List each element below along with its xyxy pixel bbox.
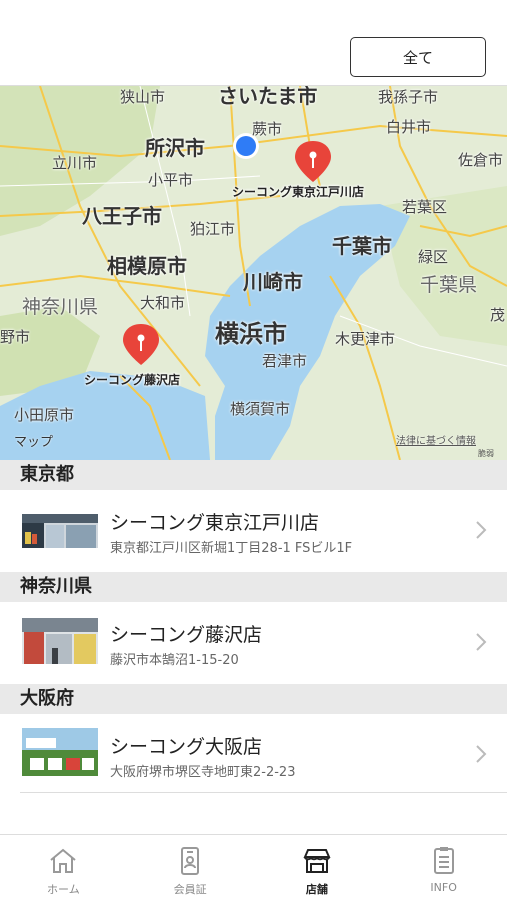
- map-label-midori: 緑区: [418, 248, 449, 266]
- map-label-odawara: 小田原市: [14, 406, 75, 424]
- store-address: 東京都江戸川区新堀1丁目28-1 FSビル1F: [110, 541, 353, 556]
- tab-label: INFO: [430, 881, 457, 894]
- bottom-tab-bar: ホーム 会員証 店舗 INFO: [0, 834, 507, 900]
- map-label-kanagawa: 神奈川県: [22, 296, 99, 318]
- map-label-kawasaki: 川崎市: [243, 270, 303, 294]
- store-thumbnail-fujisawa: [22, 618, 98, 664]
- map-label-shiraoi: 白井市: [386, 118, 432, 136]
- map-label-chiba-pref: 千葉県: [420, 274, 478, 296]
- map-label-tokorozawa: 所沢市: [145, 136, 205, 160]
- store-thumbnail-osaka: [22, 728, 98, 776]
- chevron-right-icon: [476, 521, 487, 539]
- tab-label: ホーム: [47, 883, 80, 896]
- map-label-wakaba: 若葉区: [402, 198, 448, 216]
- store-name: シーコング大阪店: [110, 736, 263, 758]
- chevron-right-icon: [476, 745, 487, 763]
- store-row-fujisawa[interactable]: シーコング藤沢店 藤沢市本鵠沼1-15-20: [0, 602, 507, 684]
- map-label-komae: 狛江市: [190, 220, 236, 238]
- map-label-tachikawa: 立川市: [52, 154, 98, 172]
- map-label-sayama: 狭山市: [120, 88, 166, 106]
- store-map[interactable]: 狭山市 さいたま市 我孫子市 蕨市 所沢市 白井市 立川市 小平市 佐倉市 シー…: [0, 86, 507, 460]
- map-label-kimitsu: 君津市: [262, 352, 308, 370]
- map-label-sagamihara: 相模原市: [107, 254, 187, 278]
- tab-label: 店舗: [305, 883, 328, 896]
- member-card-icon: [181, 847, 200, 875]
- info-list-icon: [433, 847, 454, 874]
- store-name: シーコング藤沢店: [110, 624, 263, 646]
- map-label-yamato: 大和市: [140, 294, 186, 312]
- map-label-kisarazu: 木更津市: [335, 330, 396, 348]
- map-label-warabi: 蕨市: [252, 120, 283, 138]
- section-header-kanagawa: 神奈川県: [0, 572, 507, 602]
- store-row-edogawa[interactable]: シーコング東京江戸川店 東京都江戸川区新堀1丁目28-1 FSビル1F: [0, 490, 507, 572]
- map-label-yokohama: 横浜市: [215, 320, 287, 348]
- apple-maps-attribution: マップ: [14, 435, 54, 450]
- tab-member-card[interactable]: 会員証: [127, 835, 254, 900]
- map-label-hachioji: 八王子市: [82, 204, 162, 228]
- map-label-kodaira: 小平市: [148, 171, 194, 189]
- top-bar: 全て: [0, 0, 507, 86]
- map-label-yokosuka: 横須賀市: [230, 400, 291, 418]
- tab-store[interactable]: 店舗: [254, 835, 381, 900]
- map-label-abiko: 我孫子市: [378, 88, 439, 106]
- filter-all-button[interactable]: 全て: [350, 37, 486, 77]
- pin-caption-fujisawa: シーコング藤沢店: [84, 373, 181, 387]
- store-address: 藤沢市本鵠沼1-15-20: [110, 653, 239, 668]
- map-label-hino: 野市: [0, 328, 31, 346]
- list-end-divider: [20, 792, 507, 793]
- section-header-tokyo: 東京都: [0, 460, 507, 490]
- store-thumbnail-edogawa: [22, 514, 98, 548]
- map-label-mo: 茂: [490, 306, 506, 324]
- chevron-right-icon: [476, 633, 487, 651]
- tab-label: 会員証: [173, 883, 207, 896]
- legal-info-link[interactable]: 法律に基づく情報: [396, 432, 476, 447]
- section-header-osaka: 大阪府: [0, 684, 507, 714]
- pin-caption-edogawa: シーコング東京江戸川店: [232, 185, 365, 199]
- map-label-saitama: さいたま市: [218, 86, 318, 108]
- map-label-sakura: 佐倉市: [458, 151, 504, 169]
- map-label-chiba: 千葉市: [332, 234, 392, 258]
- tab-info[interactable]: INFO: [380, 835, 507, 900]
- home-icon: [50, 848, 77, 873]
- store-address: 大阪府堺市堺区寺地町東2-2-23: [110, 765, 296, 780]
- legal-sub-text: 脆弱: [478, 449, 494, 458]
- store-name: シーコング東京江戸川店: [110, 512, 320, 534]
- tab-home[interactable]: ホーム: [0, 835, 127, 900]
- store-row-osaka[interactable]: シーコング大阪店 大阪府堺市堺区寺地町東2-2-23: [0, 714, 507, 796]
- store-icon: [303, 849, 331, 873]
